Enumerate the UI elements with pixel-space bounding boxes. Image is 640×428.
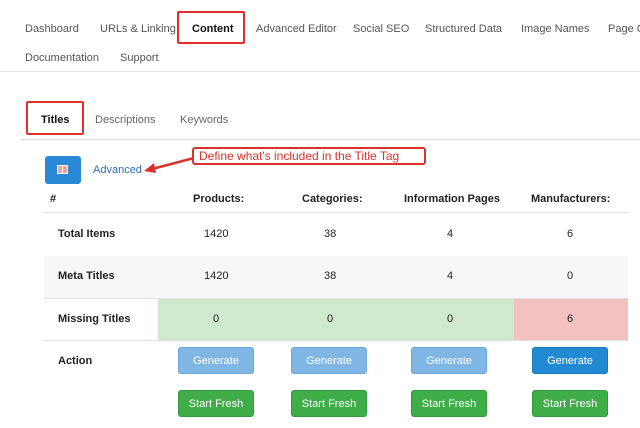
nav-content[interactable]: Content: [192, 23, 234, 35]
nav-page-cr[interactable]: Page Cr: [608, 23, 640, 35]
missing-ok-band: [158, 299, 514, 340]
row-label-action: Action: [58, 355, 93, 367]
row-divider: [44, 212, 628, 213]
nav-dashboard[interactable]: Dashboard: [25, 23, 79, 35]
row-divider: [44, 340, 628, 341]
nav-documentation[interactable]: Documentation: [25, 52, 99, 64]
nav-support[interactable]: Support: [120, 52, 159, 64]
total-items-manufacturers: 6: [567, 228, 574, 240]
col-header-categories: Categories:: [302, 193, 363, 205]
generate-products-button[interactable]: Generate: [178, 347, 254, 374]
missing-titles-products: 0: [213, 313, 220, 325]
row-label-missing-titles: Missing Titles: [58, 313, 131, 325]
nav-advanced-editor[interactable]: Advanced Editor: [256, 23, 337, 35]
start-fresh-products-button[interactable]: Start Fresh: [178, 390, 254, 417]
meta-titles-manufacturers: 0: [567, 270, 574, 282]
col-header-hash: #: [50, 193, 57, 205]
advanced-settings-button[interactable]: [45, 156, 81, 184]
total-items-products: 1420: [204, 228, 229, 240]
meta-titles-products: 1420: [204, 270, 229, 282]
generate-manufacturers-button[interactable]: Generate: [532, 347, 608, 374]
nav-structured-data[interactable]: Structured Data: [425, 23, 502, 35]
meta-titles-categories: 38: [324, 270, 337, 282]
top-nav: Dashboard URLs & Linking Content Advance…: [0, 0, 640, 72]
callout-note: Define what's included in the Title Tag: [192, 147, 426, 165]
tab-titles[interactable]: Titles: [41, 114, 70, 126]
col-header-manufacturers: Manufacturers:: [531, 193, 611, 205]
tab-keywords[interactable]: Keywords: [180, 114, 228, 126]
col-header-products: Products:: [193, 193, 245, 205]
meta-titles-information-pages: 4: [447, 270, 454, 282]
tab-descriptions[interactable]: Descriptions: [95, 114, 156, 126]
advanced-link[interactable]: Advanced: [93, 164, 142, 176]
start-fresh-categories-button[interactable]: Start Fresh: [291, 390, 367, 417]
total-items-categories: 38: [324, 228, 337, 240]
nav-social-seo[interactable]: Social SEO: [353, 23, 409, 35]
start-fresh-manufacturers-button[interactable]: Start Fresh: [532, 390, 608, 417]
col-header-information-pages: Information Pages: [404, 193, 500, 205]
nav-urls-linking[interactable]: URLs & Linking: [100, 23, 176, 35]
missing-titles-manufacturers: 6: [567, 313, 574, 325]
nav-image-names[interactable]: Image Names: [521, 23, 589, 35]
callout-arrow-icon: [144, 156, 195, 173]
generate-categories-button[interactable]: Generate: [291, 347, 367, 374]
start-fresh-information-pages-button[interactable]: Start Fresh: [411, 390, 487, 417]
row-label-meta-titles: Meta Titles: [58, 270, 115, 282]
gift-icon: [57, 165, 68, 174]
generate-information-pages-button[interactable]: Generate: [411, 347, 487, 374]
row-label-total-items: Total Items: [58, 228, 116, 240]
total-items-information-pages: 4: [447, 228, 454, 240]
missing-titles-information-pages: 0: [447, 313, 454, 325]
missing-titles-categories: 0: [327, 313, 334, 325]
